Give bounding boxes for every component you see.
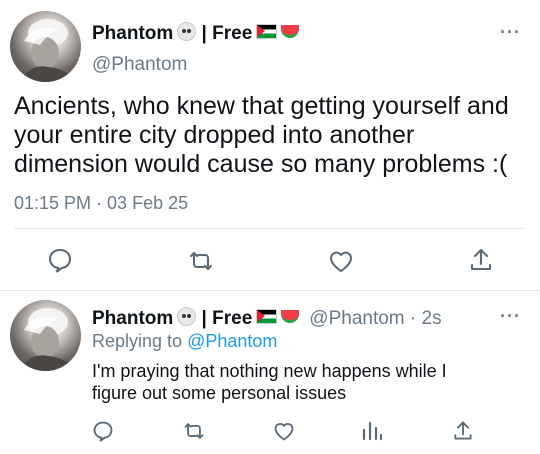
tweet-date[interactable]: 03 Feb 25 xyxy=(107,193,188,213)
timestamp-row: 01:15 PM · 03 Feb 25 xyxy=(14,193,188,214)
reply-handle[interactable]: @Phantom xyxy=(309,308,404,329)
reply-icon[interactable] xyxy=(92,420,114,442)
palestine-flag-icon xyxy=(256,24,278,39)
reply-author-row: Phantom | Free @Phantom · 2s xyxy=(92,307,442,330)
reply-name-suffix: | Free xyxy=(196,308,253,329)
section-divider xyxy=(0,290,540,291)
skull-emoji-icon xyxy=(177,22,197,41)
reply-icon[interactable] xyxy=(47,247,73,273)
name-suffix: | Free xyxy=(196,23,253,44)
display-name[interactable]: Phantom xyxy=(92,23,173,44)
watermelon-icon xyxy=(281,310,300,323)
meta-separator: · xyxy=(91,193,108,213)
reply-display-name[interactable]: Phantom xyxy=(92,308,173,329)
like-icon[interactable] xyxy=(327,248,355,274)
author-name-row: Phantom | Free xyxy=(92,22,300,45)
share-icon[interactable] xyxy=(468,246,494,274)
retweet-icon[interactable] xyxy=(182,420,206,442)
replying-to-handle[interactable]: @Phantom xyxy=(187,331,277,351)
share-icon[interactable] xyxy=(452,419,474,443)
tweet-text: Ancients, who knew that getting yourself… xyxy=(14,92,509,178)
avatar[interactable] xyxy=(10,11,81,82)
reply-text: I'm praying that nothing new happens whi… xyxy=(92,361,447,403)
palestine-flag-icon xyxy=(256,309,278,324)
skull-emoji-icon xyxy=(177,307,197,326)
reply-avatar[interactable] xyxy=(10,300,81,371)
more-options-button[interactable]: ··· xyxy=(500,22,521,43)
tweet-time[interactable]: 01:15 PM xyxy=(14,193,91,213)
replying-to-prefix: Replying to xyxy=(92,331,183,351)
reply-age: · 2s xyxy=(404,308,442,329)
like-icon[interactable] xyxy=(272,420,296,442)
divider xyxy=(14,228,526,229)
watermelon-icon xyxy=(281,25,300,38)
replying-to-line: Replying to @Phantom xyxy=(92,331,277,352)
retweet-icon[interactable] xyxy=(187,248,215,274)
handle[interactable]: @Phantom xyxy=(92,54,187,76)
analytics-icon[interactable] xyxy=(361,421,383,441)
reply-more-options-button[interactable]: ··· xyxy=(500,306,521,327)
